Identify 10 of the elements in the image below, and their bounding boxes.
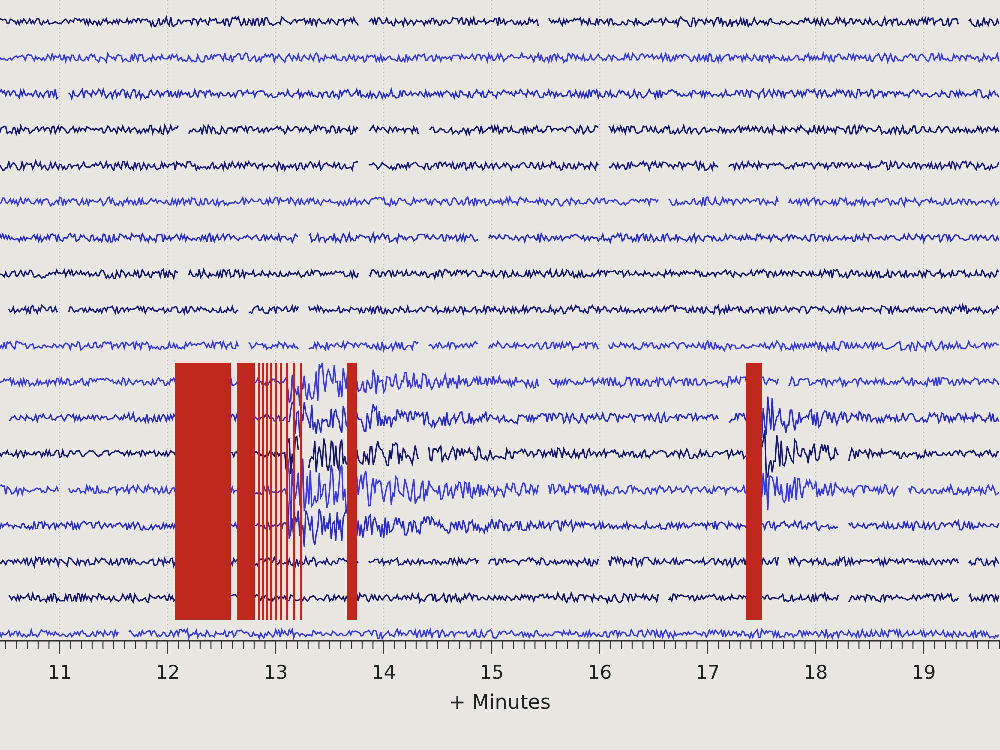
axis-tick-label: 18 (804, 662, 828, 684)
axis-tick-label: 16 (588, 662, 612, 684)
axis-tick-label: 13 (264, 662, 288, 684)
axis-tick-label: 17 (696, 662, 720, 684)
axis-tick-label: 11 (48, 662, 72, 684)
axis-tick-label: 12 (156, 662, 180, 684)
axis-title: + Minutes (449, 690, 551, 714)
axis-tick-label: 19 (912, 662, 936, 684)
axis-tick-label: 15 (480, 662, 504, 684)
axis-tick-label: 14 (372, 662, 396, 684)
